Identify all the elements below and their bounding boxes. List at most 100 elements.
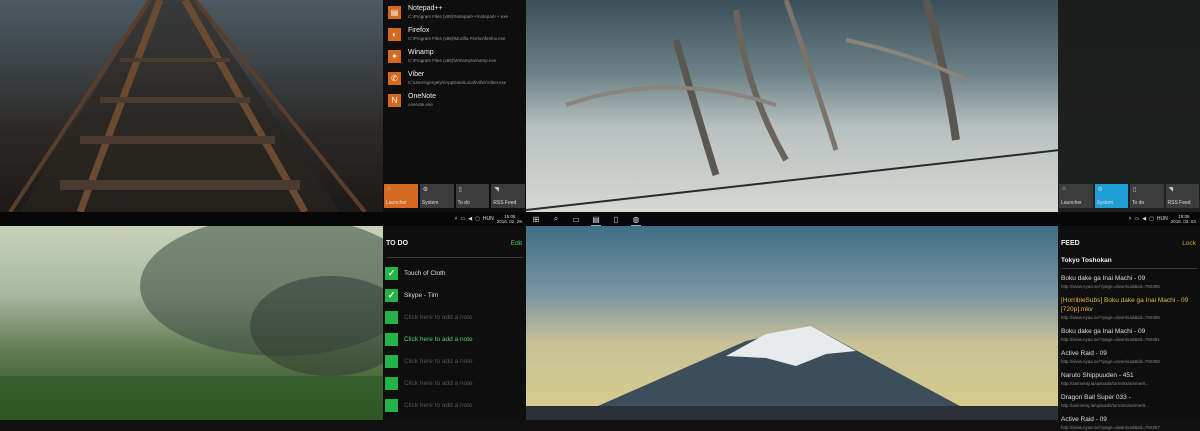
divider	[1061, 268, 1197, 269]
feed-item[interactable]: Naruto Shippuuden - 451 http://animeraj.l…	[1058, 368, 1200, 387]
feed-item[interactable]: Boku dake ga Inai Machi - 09 http://www.n…	[1058, 324, 1200, 343]
tile-label: To do	[1132, 200, 1145, 206]
feed-item-title: Naruto Shippuuden - 451	[1061, 372, 1134, 379]
search-button[interactable]: ⌕	[546, 212, 566, 226]
firefox-icon: ◐	[388, 28, 401, 41]
feed-title: FEED	[1061, 239, 1080, 247]
checkbox[interactable]	[385, 310, 398, 324]
app-item-firefox[interactable]: ◐ Firefox C:\Program Files (x86)\Mozilla …	[383, 23, 526, 45]
tile-todo[interactable]: ▯ To do	[1130, 184, 1164, 208]
chevron-up-icon[interactable]: ˄	[1129, 216, 1132, 222]
message-icon[interactable]: ▢	[1149, 216, 1154, 222]
note-item[interactable]: ✓ Touch of Cloth	[383, 262, 526, 284]
todo-edit-button[interactable]: Edit	[511, 240, 522, 247]
note-text: Skype - Tim	[404, 291, 439, 299]
tile-rss-feed[interactable]: ◥ RSS Feed	[491, 184, 525, 208]
note-item[interactable]: Click here to add a note	[383, 372, 526, 394]
tile-launcher[interactable]: ⌂ Launcher	[384, 184, 418, 208]
clock[interactable]: 19:06 2016. 03. 03.	[1171, 214, 1197, 224]
app-item-winamp[interactable]: ✦ Winamp C:\Program Files (x86)\Winamp\wi…	[383, 45, 526, 67]
app-item-onenote[interactable]: N OneNote onenote.exe	[383, 89, 526, 111]
note-item[interactable]: Click here to add a note	[383, 306, 526, 328]
tile-label: RSS Feed	[1167, 200, 1191, 206]
onenote-icon: N	[388, 94, 401, 107]
feed-item[interactable]: Boku dake ga Inai Machi - 09 http://www.n…	[1058, 271, 1200, 290]
feed-item-url: http://www.nyaa.se/?page=download&tid=79…	[1061, 337, 1160, 342]
feed-lock-button[interactable]: Lock	[1182, 240, 1196, 247]
feed-item[interactable]: [HorribleSubs] Boku dake ga Inai Machi -…	[1058, 293, 1200, 321]
checkbox[interactable]	[385, 376, 398, 390]
tile-system[interactable]: ⚙ System	[1094, 184, 1128, 208]
tile-todo[interactable]: ▯ To do	[455, 184, 490, 208]
tile-system[interactable]: ⚙ System	[419, 184, 454, 208]
feed-item-url: http://www.nyaa.se/?page=download&tid=79…	[1061, 425, 1160, 430]
wallpaper-railroad	[0, 0, 383, 212]
wallpaper-mount-fuji	[526, 226, 1060, 420]
checkmark-icon: ✓	[387, 289, 396, 300]
system-tray: ˄ ▭ ◀ ▢ HUN 15:05 2016. 02. 29.	[455, 214, 526, 224]
note-icon: ▯	[1133, 187, 1137, 193]
tile-label: To do	[457, 200, 470, 206]
app-name: Notepad++	[408, 5, 443, 12]
tile-label: Launcher	[1061, 200, 1082, 206]
language-indicator[interactable]: HUN	[1157, 216, 1168, 222]
language-indicator[interactable]: HUN	[483, 216, 494, 222]
wallpaper-grass-fog	[0, 226, 383, 420]
feed-panel: FEED Lock Tokyo Toshokan Boku dake ga In…	[1058, 226, 1200, 430]
clock-date: 2016. 03. 03.	[1170, 219, 1197, 224]
checkbox[interactable]	[385, 332, 398, 346]
app-item-notepad[interactable]: ▤ Notepad++ C:\Program Files (x86)\Notepa…	[383, 1, 526, 23]
checkbox[interactable]	[385, 398, 398, 412]
gear-icon: ⚙	[1097, 187, 1103, 193]
note-item[interactable]: Click here to add a note	[383, 328, 526, 350]
note-item[interactable]: Click here to add a note	[383, 350, 526, 372]
volume-icon[interactable]: ◀	[468, 216, 472, 222]
checkbox-checked[interactable]: ✓	[385, 266, 398, 280]
winamp-icon: ✦	[388, 50, 401, 63]
search-icon: ⌕	[553, 214, 559, 223]
taskbar-left: ˄ ▭ ◀ ▢ HUN 15:05 2016. 02. 29.	[0, 212, 526, 226]
tile-label: System	[1096, 200, 1114, 206]
checkbox-checked[interactable]: ✓	[385, 288, 398, 302]
network-icon[interactable]: ▭	[1135, 216, 1140, 222]
app-item-viber[interactable]: ✆ Viber C:\Users\gergelyh\AppData\Local\V…	[383, 67, 526, 89]
chevron-up-icon[interactable]: ˄	[455, 216, 458, 222]
wallpaper-sand-branches	[526, 0, 1060, 212]
feed-item[interactable]: Active Raid - 09 http://www.nyaa.se/?page…	[1058, 412, 1200, 431]
checkbox[interactable]	[385, 354, 398, 368]
feed-item[interactable]: Dragon Ball Super 033 - http://animeraj.l…	[1058, 390, 1200, 409]
feed-item-title: Dragon Ball Super 033 -	[1061, 394, 1131, 401]
feed-item[interactable]: Active Raid - 09 http://www.nyaa.se/?page…	[1058, 346, 1200, 365]
file-explorer-button[interactable]: ▤	[586, 212, 606, 226]
note-item[interactable]: ✓ Skype - Tim	[383, 284, 526, 306]
taskbar-main: ⊞ ⌕ ▭ ▤ ▯ ◍	[526, 212, 1058, 226]
app-name: Firefox	[408, 27, 430, 34]
tile-label: System	[421, 200, 439, 206]
app-path: onenote.exe	[408, 102, 433, 107]
tile-rss-feed[interactable]: ◥ RSS Feed	[1165, 184, 1199, 208]
viber-icon: ✆	[388, 72, 401, 85]
launcher-panel: ▤ Notepad++ C:\Program Files (x86)\Notepa…	[383, 0, 526, 212]
app-name: Winamp	[408, 49, 434, 56]
message-icon[interactable]: ▢	[475, 216, 480, 222]
launcher-icon: ⌂	[1062, 186, 1066, 192]
clock[interactable]: 15:05 2016. 02. 29.	[497, 214, 523, 224]
app-path: C:\Users\gergelyh\AppData\Local\Viber\Vi…	[408, 80, 507, 85]
notepad-icon: ▤	[388, 6, 401, 19]
feed-item-title: [HorribleSubs] Boku dake ga Inai Machi -…	[1061, 297, 1189, 313]
rss-icon: ◥	[494, 187, 499, 193]
feed-item-url: http://animeraj.la/uploads/torrents/anim…	[1061, 381, 1149, 386]
browser-app-button[interactable]: ◍	[626, 212, 646, 226]
note-item[interactable]: Click here to add a note	[383, 394, 526, 416]
network-icon[interactable]: ▭	[461, 216, 466, 222]
volume-icon[interactable]: ◀	[1142, 216, 1146, 222]
system-tray: ˄ ▭ ◀ ▢ HUN 19:06 2016. 03. 03.	[1129, 214, 1200, 224]
task-view-button[interactable]: ▭	[566, 212, 586, 226]
tile-label: RSS Feed	[493, 200, 517, 206]
tile-launcher[interactable]: ⌂ Launcher	[1059, 184, 1093, 208]
windows-start-button[interactable]: ⊞	[526, 212, 546, 226]
gear-icon: ⚙	[422, 187, 429, 193]
branches-illustration	[526, 0, 1060, 211]
notes-app-button[interactable]: ▯	[606, 212, 626, 226]
note-text: Touch of Cloth	[404, 269, 446, 277]
